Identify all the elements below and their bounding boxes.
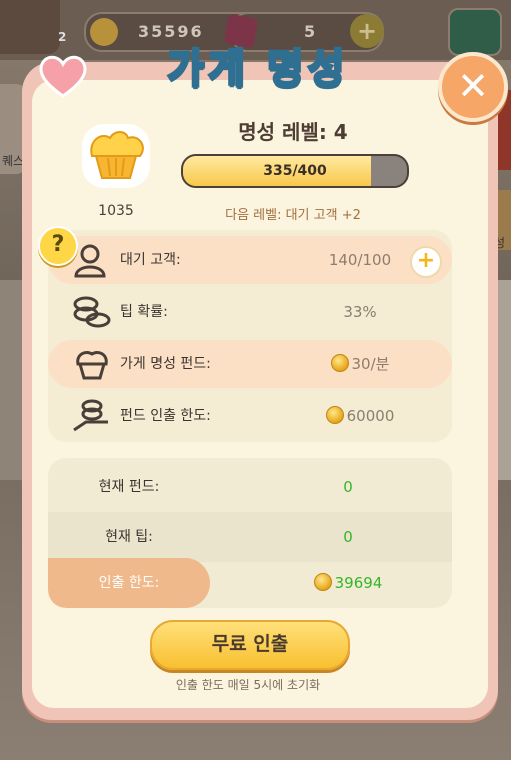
- stat-row-tip-chance: 팁 확률: 33%: [48, 288, 452, 336]
- close-button[interactable]: ✕: [438, 52, 508, 122]
- fame-level-label: 명성 레벨: 4: [238, 120, 348, 144]
- free-withdraw-label: 무료 인출: [211, 633, 289, 655]
- reset-note: 인출 한도 매일 5시에 초기화: [175, 678, 321, 692]
- stat-label: 가게 명성 펀드:: [120, 356, 211, 372]
- popup-title: 가게 명성: [158, 36, 358, 96]
- avatar: [0, 0, 60, 54]
- close-icon: ✕: [457, 64, 489, 108]
- question-icon: ?: [51, 232, 65, 257]
- cafe-icon: [448, 8, 502, 56]
- fame-stats-list: 대기 고객: 140/100 + 팁 확률: 33% 가게 명성 펀드: 30/…: [48, 230, 452, 442]
- fund-row-current-tip: 현재 팁: 0: [48, 512, 452, 562]
- stat-row-withdraw-limit: 펀드 인출 한도: 60000: [48, 392, 452, 440]
- coin-icon: [330, 354, 349, 372]
- fund-value: 0: [343, 478, 353, 496]
- stat-row-waiting-customers: 대기 고객: 140/100 +: [48, 236, 452, 284]
- fund-label: 현재 팁:: [105, 529, 153, 545]
- coin-hand-icon: [73, 399, 108, 432]
- add-customers-button[interactable]: +: [410, 246, 442, 278]
- stat-value: 60000: [310, 392, 410, 440]
- stat-label: 펀드 인출 한도:: [120, 408, 211, 424]
- help-button[interactable]: ?: [38, 226, 78, 266]
- stat-value: 30/분: [310, 340, 410, 388]
- stat-label: 대기 고객:: [120, 252, 181, 268]
- popup-title-text: 가게 명성: [166, 45, 349, 94]
- fund-value: 39694: [278, 558, 418, 608]
- fame-points: 1035: [98, 203, 134, 219]
- muffin-icon: [82, 124, 150, 188]
- coin-stack-icon: [73, 296, 111, 328]
- customer-icon: [74, 244, 106, 278]
- heart-icon: [39, 55, 87, 98]
- player-level-badge: 2: [58, 30, 67, 44]
- stat-value: 33%: [343, 303, 377, 321]
- coin-icon: [90, 18, 118, 46]
- coin-icon: [313, 573, 332, 591]
- coin-icon: [325, 406, 344, 424]
- free-withdraw-button[interactable]: 무료 인출: [150, 620, 350, 670]
- plus-icon: +: [416, 248, 436, 273]
- fund-label: 인출 한도:: [98, 575, 160, 591]
- fund-summary: 현재 펀드: 0 현재 팁: 0 인출 한도: 39694: [48, 458, 452, 608]
- fund-value: 0: [343, 528, 353, 546]
- stat-label: 팁 확률:: [120, 304, 168, 320]
- fund-row-current-fund: 현재 펀드: 0: [48, 462, 452, 512]
- fund-row-withdraw-limit: 인출 한도: 39694: [48, 558, 452, 608]
- fame-progress-bar: 335/400: [181, 154, 409, 188]
- next-level-bonus: 다음 레벨: 대기 고객 +2: [225, 208, 361, 223]
- fund-label: 현재 펀드:: [98, 479, 160, 495]
- stat-row-fame-fund: 가게 명성 펀드: 30/분: [48, 340, 452, 388]
- stat-value: 140/100: [328, 251, 392, 269]
- muffin-outline-icon: [76, 350, 108, 380]
- progress-text: 335/400: [263, 163, 327, 179]
